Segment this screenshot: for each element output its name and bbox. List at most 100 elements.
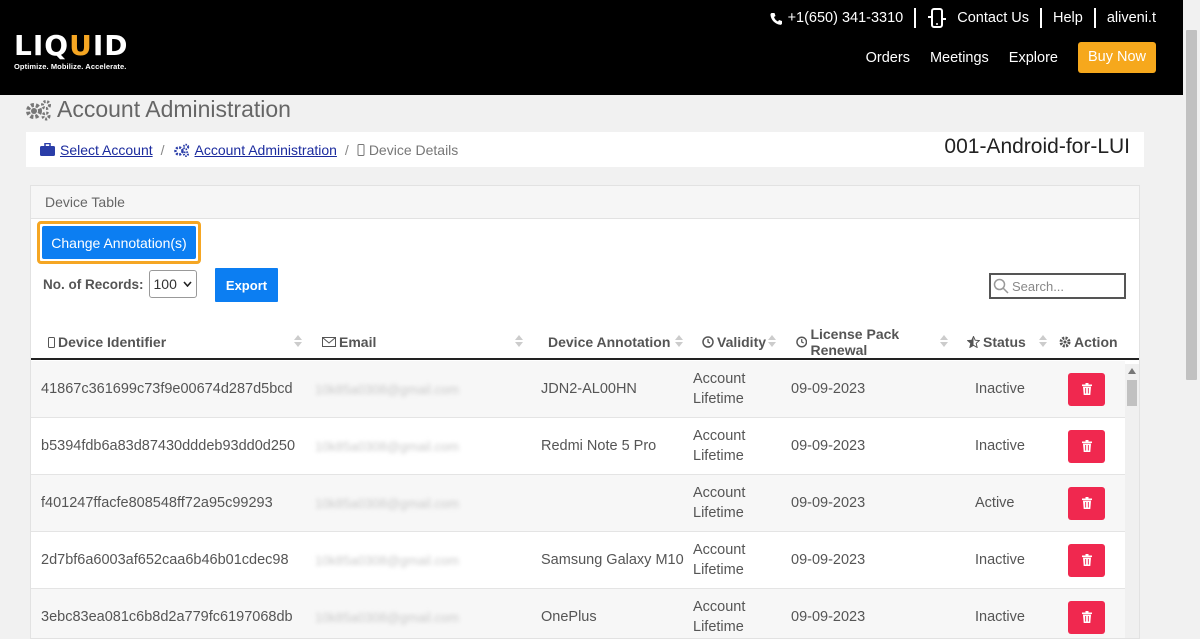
table-header: Device Identifier Email Device Annotatio… (31, 324, 1139, 360)
device-identifier-cell: 2d7bf6a6003af652caa6b46b01cdec98 (41, 552, 289, 568)
briefcase-icon (40, 143, 55, 156)
export-button[interactable]: Export (215, 268, 278, 302)
phone-link[interactable]: +1(650) 341-3310 (770, 10, 903, 26)
main-nav: Orders Meetings Explore Buy Now (846, 42, 1156, 73)
email-cell: 10k85a0308@gmail.com (315, 381, 460, 397)
breadcrumb: Select Account / Account Administration … (26, 132, 1144, 167)
gears-icon (26, 99, 51, 120)
validity-cell: Account Lifetime (693, 598, 746, 635)
email-cell: 10k85a0308@gmail.com (315, 609, 460, 625)
gear-icon (1059, 336, 1071, 348)
liquid-logo[interactable]: LIQUID Optimize. Mobilize. Accelerate. (14, 31, 128, 72)
page-scrollbar[interactable] (1183, 0, 1200, 639)
status-cell: Inactive (975, 609, 1025, 625)
search-icon (993, 278, 1009, 294)
status-cell: Inactive (975, 552, 1025, 568)
delete-button[interactable] (1068, 600, 1105, 634)
column-action: Action (1052, 324, 1122, 360)
action-cell (1068, 475, 1118, 532)
device-table-panel: Device Table Change Annotation(s) No. of… (30, 185, 1140, 639)
delete-button[interactable] (1068, 486, 1105, 520)
top-bar: LIQUID Optimize. Mobilize. Accelerate. +… (0, 0, 1200, 95)
table-row: 2d7bf6a6003af652caa6b46b01cdec98 10k85a03… (31, 532, 1125, 589)
panel-title: Device Table (31, 186, 1139, 219)
trash-icon (1081, 383, 1092, 395)
logo-tagline: Optimize. Mobilize. Accelerate. (14, 62, 127, 71)
column-license-pack-renewal[interactable]: License Pack Renewal (781, 324, 953, 360)
search-input[interactable]: Search... (989, 273, 1126, 299)
trash-icon (1081, 440, 1092, 452)
star-half-icon (967, 336, 980, 348)
nav-orders[interactable]: Orders (866, 50, 910, 66)
device-identifier-cell: b5394fdb6a83d87430dddeb93dd0d250 (41, 438, 296, 454)
table-scroll-thumb[interactable] (1127, 380, 1137, 406)
contact-us-link[interactable]: Contact Us (927, 8, 1029, 28)
account-name: 001-Android-for-LUI (944, 135, 1130, 158)
records-select[interactable]: 100 (148, 270, 197, 298)
status-cell: Inactive (975, 381, 1025, 397)
email-cell: 10k85a0308@gmail.com (315, 438, 460, 454)
email-cell: 10k85a0308@gmail.com (315, 495, 460, 511)
trash-icon (1081, 611, 1092, 623)
license-renewal-cell: 09-09-2023 (791, 438, 866, 454)
scroll-up-arrow[interactable] (1128, 368, 1136, 374)
status-cell: Inactive (975, 438, 1025, 454)
table-row: b5394fdb6a83d87430dddeb93dd0d250 10k85a03… (31, 418, 1125, 475)
buy-now-button[interactable]: Buy Now (1077, 42, 1156, 73)
table-scrollbar[interactable] (1125, 364, 1139, 638)
device-identifier-cell: 3ebc83ea081c6b8d2a779fc6197068db (41, 609, 293, 625)
breadcrumb-account-administration[interactable]: Account Administration (195, 142, 337, 158)
chevron-down-icon (182, 281, 192, 287)
utility-bar: +1(650) 341-3310 Contact Us Help aliveni… (770, 8, 1156, 28)
action-cell (1068, 589, 1118, 639)
action-cell (1068, 532, 1118, 589)
validity-cell: Account Lifetime (693, 427, 746, 464)
mobile-icon (357, 143, 365, 156)
envelope-icon (322, 337, 336, 347)
validity-cell: Account Lifetime (693, 541, 746, 578)
gears-icon (173, 143, 189, 157)
clock-icon (796, 336, 808, 348)
clock-icon (702, 336, 714, 348)
help-link[interactable]: Help (1053, 10, 1083, 26)
delete-button[interactable] (1068, 543, 1105, 577)
device-annotation-cell: Redmi Note 5 Pro (541, 438, 657, 454)
phone-icon (770, 12, 782, 25)
table-row: 3ebc83ea081c6b8d2a779fc6197068db 10k85a03… (31, 589, 1125, 639)
action-cell (1068, 418, 1118, 475)
nav-explore[interactable]: Explore (1009, 50, 1058, 66)
breadcrumb-select-account[interactable]: Select Account (60, 142, 153, 158)
license-renewal-cell: 09-09-2023 (791, 381, 866, 397)
device-annotation-cell: JDN2-AL00HN (541, 381, 637, 397)
email-cell: 10k85a0308@gmail.com (315, 552, 460, 568)
column-status[interactable]: Status (953, 324, 1052, 360)
validity-cell: Account Lifetime (693, 370, 746, 407)
license-renewal-cell: 09-09-2023 (791, 495, 866, 511)
records-per-page: No. of Records: 100 (43, 270, 197, 298)
column-validity[interactable]: Validity (688, 324, 781, 360)
trash-icon (1081, 554, 1092, 566)
license-renewal-cell: 09-09-2023 (791, 609, 866, 625)
table-row: 41867c361699c73f9e00674d287d5bcd 10k85a03… (31, 361, 1125, 418)
mobile-icon (48, 336, 55, 348)
validity-cell: Account Lifetime (693, 484, 746, 521)
trash-icon (1081, 497, 1092, 509)
column-email[interactable]: Email (307, 324, 528, 360)
column-device-annotation[interactable]: Device Annotation (528, 324, 688, 360)
column-device-identifier[interactable]: Device Identifier (31, 324, 307, 360)
license-renewal-cell: 09-09-2023 (791, 552, 866, 568)
device-identifier-cell: 41867c361699c73f9e00674d287d5bcd (41, 381, 293, 397)
device-annotation-cell: OnePlus (541, 609, 597, 625)
breadcrumb-current: Device Details (368, 141, 459, 158)
delete-button[interactable] (1068, 372, 1105, 406)
table-body: 41867c361699c73f9e00674d287d5bcd 10k85a03… (31, 361, 1125, 639)
delete-button[interactable] (1068, 429, 1105, 463)
device-annotation-cell: Samsung Galaxy M10 (541, 552, 684, 568)
mobile-icon (928, 8, 947, 28)
user-menu[interactable]: aliveni.t (1107, 10, 1156, 26)
page-scroll-thumb[interactable] (1186, 30, 1197, 380)
device-identifier-cell: f401247ffacfe808548ff72a95c99293 (41, 495, 273, 511)
change-annotations-button[interactable]: Change Annotation(s) (37, 221, 201, 264)
nav-meetings[interactable]: Meetings (930, 50, 989, 66)
device-annotation-cell (528, 475, 686, 532)
